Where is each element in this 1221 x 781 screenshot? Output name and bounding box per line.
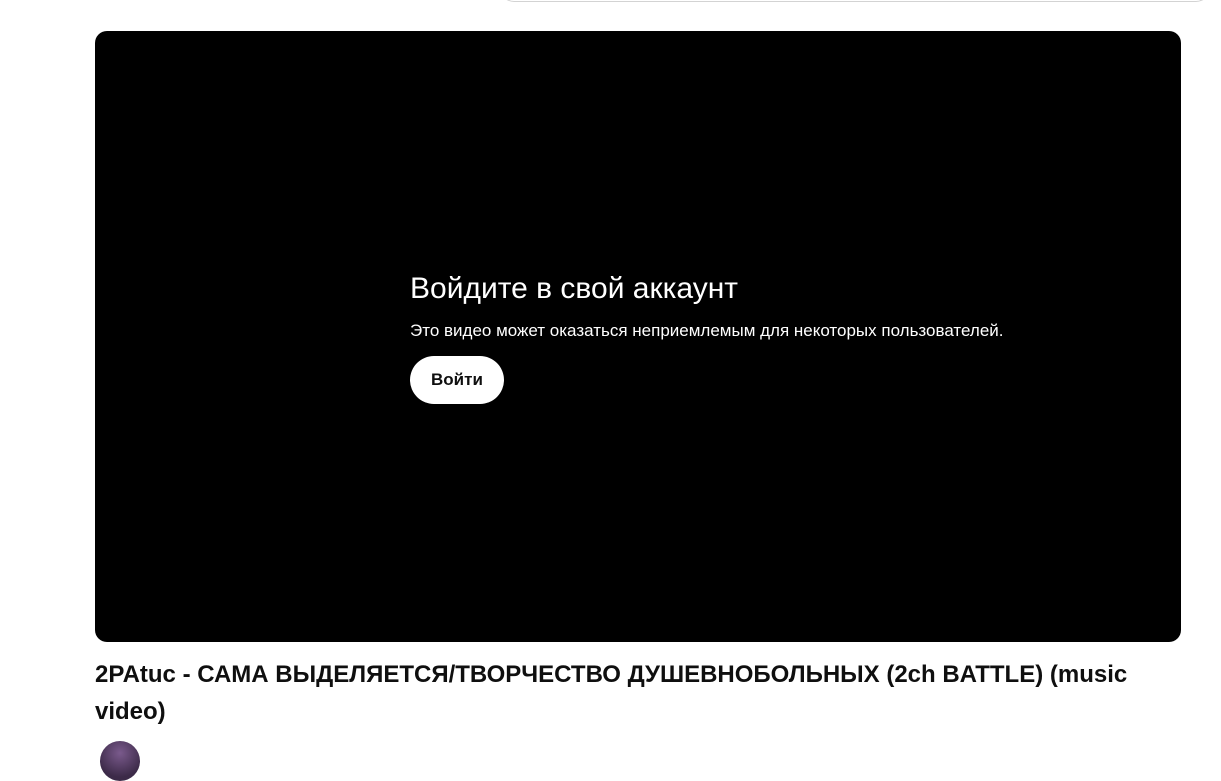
video-player[interactable]: Войдите в свой аккаунт Это видео может о… <box>95 31 1181 642</box>
search-box-edge[interactable] <box>500 0 1210 2</box>
age-restriction-gate: Войдите в свой аккаунт Это видео может о… <box>410 271 1110 404</box>
sign-in-button[interactable]: Войти <box>410 356 504 404</box>
video-title: 2PAtuc - САМА ВЫДЕЛЯЕТСЯ/ТВОРЧЕСТВО ДУШЕ… <box>95 661 1128 725</box>
gate-title: Войдите в свой аккаунт <box>410 272 739 305</box>
channel-avatar[interactable] <box>100 741 140 781</box>
gate-message: Это видео может оказаться неприемлемым д… <box>410 321 1004 340</box>
